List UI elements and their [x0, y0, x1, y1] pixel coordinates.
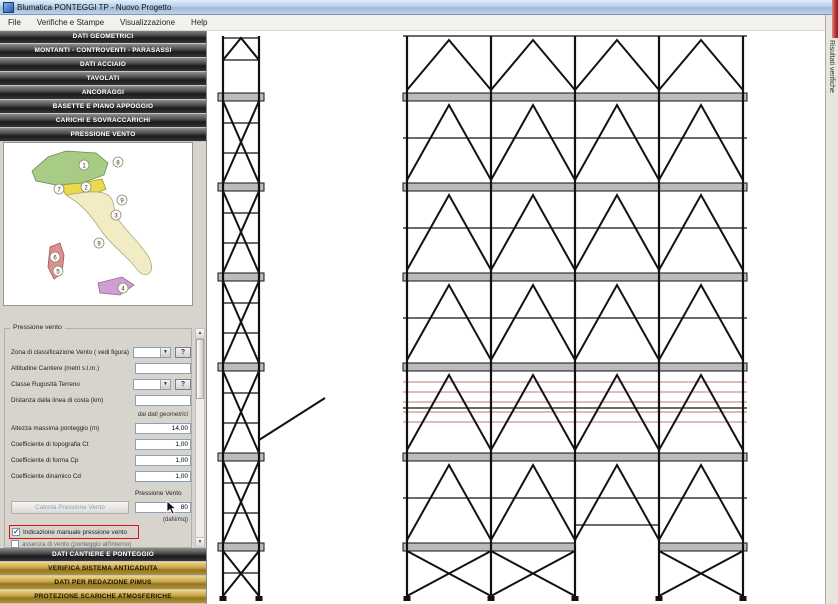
pressure-label: Pressione Vento: [135, 490, 182, 497]
shape-coeff-input[interactable]: [135, 455, 191, 466]
pressure-value-input[interactable]: [135, 502, 191, 513]
altitude-input[interactable]: [135, 363, 191, 374]
wind-zone-map: 1 8 2 7 9 3 9 6 5 4: [3, 142, 193, 306]
max-height-label: Altezza massima ponteggio (m): [11, 425, 99, 432]
sidebar-item-pressione-vento[interactable]: PRESSIONE VENTO: [0, 128, 206, 142]
roughness-help-button[interactable]: ?: [175, 379, 191, 390]
menu-file[interactable]: File: [0, 15, 29, 30]
sidebar: DATI GEOMETRICI MONTANTI - CONTROVENTI -…: [0, 30, 206, 604]
close-button[interactable]: [832, 0, 838, 38]
sidebar-item-tavolati[interactable]: TAVOLATI: [0, 72, 206, 86]
max-height-input[interactable]: [135, 423, 191, 434]
left-tower: [218, 36, 325, 601]
sidebar-item-basette[interactable]: BASETTE E PIANO APPOGGIO: [0, 100, 206, 114]
scaffold-drawing: [207, 30, 825, 604]
group-title: Pressione vento: [10, 324, 65, 331]
sidebar-item-dati-acciaio[interactable]: DATI ACCIAIO: [0, 58, 206, 72]
topography-coeff-input[interactable]: [135, 439, 191, 450]
sidebar-item-dati-geometrici[interactable]: DATI GEOMETRICI: [0, 30, 206, 44]
chevron-down-icon: ▼: [160, 380, 170, 389]
coast-distance-input[interactable]: [135, 395, 191, 406]
pressione-vento-group: Pressione vento Zona di classificazione …: [4, 328, 192, 548]
no-wind-checkbox-label: assenza di vento (ponteggio all'interno): [22, 541, 131, 548]
pressure-unit-label: (daN/mq): [163, 517, 188, 523]
sidebar-item-protezione-scariche[interactable]: PROTEZIONE SCARICHE ATMOSFERICHE: [0, 590, 206, 604]
altitude-label: Altitudine Cantiere (metri s.l.m.): [11, 365, 99, 372]
wind-zone-label: Zona di classificazione Vento ( vedi fig…: [11, 349, 129, 356]
roughness-class-combo[interactable]: ▼: [133, 379, 171, 390]
manual-pressure-checkbox-label: Indicazione manuale pressione vento: [23, 529, 127, 536]
topography-coeff-label: Coefficiente di topografia Ct: [11, 441, 89, 448]
window-title: Blumatica PONTEGGI TP - Nuovo Progetto: [17, 3, 171, 12]
manual-pressure-checkbox[interactable]: [12, 528, 20, 536]
dynamic-coeff-input[interactable]: [135, 471, 191, 482]
drawing-canvas[interactable]: [206, 30, 825, 604]
scrollbar-thumb[interactable]: [196, 339, 204, 399]
coast-distance-label: Distanza dalla linea di costa (km): [11, 397, 103, 404]
menu-bar: File Verifiche e Stampe Visualizzazione …: [0, 15, 825, 31]
sidebar-item-redazione-pimus[interactable]: DATI PER REDAZIONE PiMUS: [0, 576, 206, 590]
calc-pressure-button[interactable]: Calcola Pressione Vento: [11, 501, 129, 514]
no-wind-checkbox[interactable]: [11, 540, 19, 548]
sidebar-bottom-buttons: DATI CANTIERE E PONTEGGIO VERIFICA SISTE…: [0, 548, 206, 604]
sidebar-scrollbar[interactable]: ▲ ▼: [195, 328, 205, 548]
manual-pressure-row: Indicazione manuale pressione vento: [9, 525, 139, 539]
sidebar-item-ancoraggi[interactable]: ANCORAGGI: [0, 86, 206, 100]
sidebar-item-carichi[interactable]: CARICHI E SOVRACCARICHI: [0, 114, 206, 128]
wind-zone-combo[interactable]: ▼: [133, 347, 171, 358]
geometric-note: dai dati geometrici: [138, 411, 188, 418]
app-icon: [3, 2, 14, 13]
menu-verifiche-e-stampe[interactable]: Verifiche e Stampe: [29, 15, 112, 30]
menu-help[interactable]: Help: [183, 15, 215, 30]
menu-visualizzazione[interactable]: Visualizzazione: [112, 15, 183, 30]
shape-coeff-label: Coefficiente di forma Cp: [11, 457, 78, 464]
results-tab-label: Risultati verifiche: [828, 40, 835, 93]
results-panel-tab[interactable]: Risultati verifiche: [825, 14, 838, 604]
dynamic-coeff-label: Coefficiente dinamico Cd: [11, 473, 81, 480]
italy-map: 1 8 2 7 9 3 9 6 5 4: [4, 143, 192, 305]
main-scaffold: [403, 36, 747, 601]
sidebar-item-montanti-controventi[interactable]: MONTANTI - CONTROVENTI - PARASASSI: [0, 44, 206, 58]
roughness-class-label: Classe Rugosità Terreno: [11, 381, 80, 388]
sidebar-item-verifica-anticaduta[interactable]: VERIFICA SISTEMA ANTICADUTA: [0, 562, 206, 576]
scroll-down-icon[interactable]: ▼: [196, 537, 204, 547]
scroll-up-icon[interactable]: ▲: [196, 329, 204, 339]
title-bar: Blumatica PONTEGGI TP - Nuovo Progetto: [0, 0, 838, 15]
chevron-down-icon: ▼: [160, 348, 170, 357]
sidebar-item-dati-cantiere[interactable]: DATI CANTIERE E PONTEGGIO: [0, 548, 206, 562]
wind-zone-help-button[interactable]: ?: [175, 347, 191, 358]
